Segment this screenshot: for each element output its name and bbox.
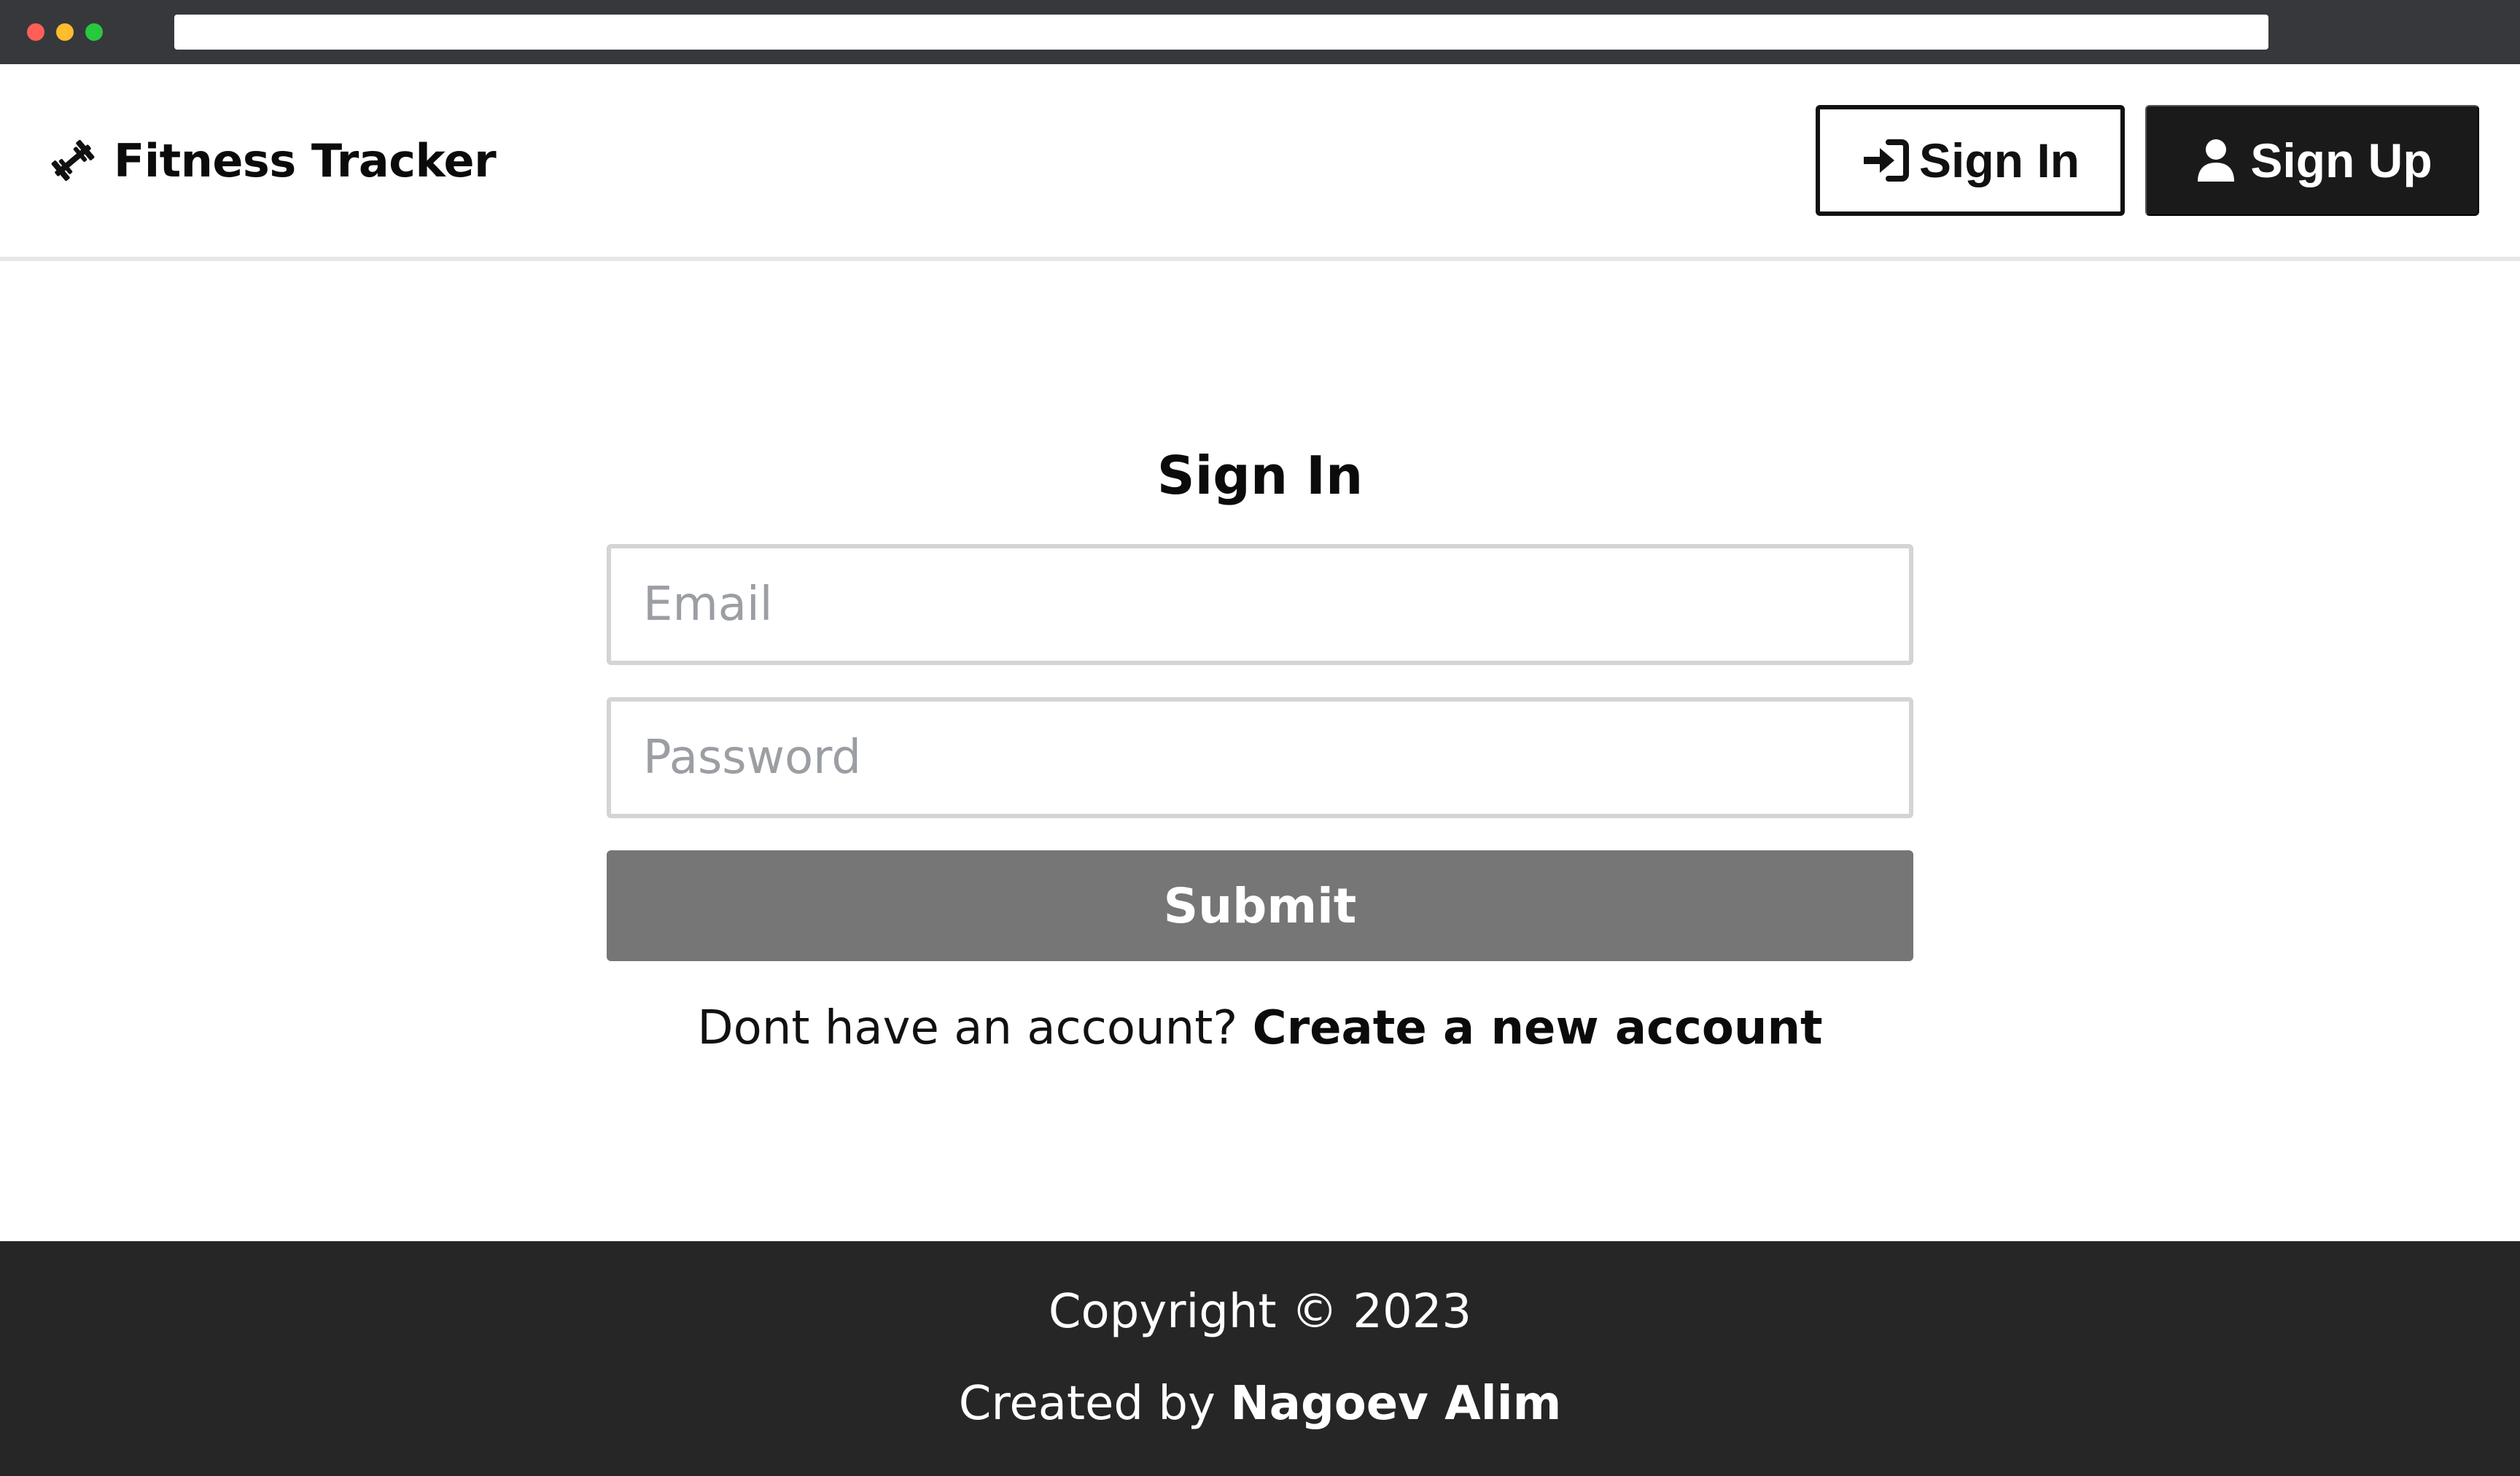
- no-account-text: Dont have an account?: [697, 1001, 1238, 1055]
- sign-in-icon: [1864, 139, 1909, 182]
- site-footer: Copyright © 2023 Created by Nagoev Alim: [0, 1241, 2520, 1476]
- create-account-link[interactable]: Create a new account: [1253, 1001, 1823, 1055]
- sign-in-label: Sign In: [1919, 133, 2080, 187]
- browser-chrome: [0, 0, 2520, 64]
- create-account-prompt: Dont have an account? Create a new accou…: [0, 996, 2520, 1060]
- brand-link[interactable]: Fitness Tracker: [44, 130, 497, 191]
- window-minimize-button[interactable]: [56, 23, 74, 41]
- header-sign-up-button[interactable]: Sign Up: [2145, 105, 2479, 216]
- author-name: Nagoev Alim: [1230, 1377, 1562, 1431]
- form-title: Sign In: [1156, 445, 1364, 506]
- header-divider: [0, 257, 2520, 261]
- email-input[interactable]: [607, 544, 1913, 665]
- user-icon: [2198, 139, 2235, 182]
- credits-line: Created by Nagoev Alim: [0, 1371, 2520, 1437]
- submit-button[interactable]: Submit: [607, 850, 1913, 961]
- header-sign-in-button[interactable]: Sign In: [1816, 105, 2125, 216]
- password-input[interactable]: [607, 697, 1913, 818]
- created-by-text: Created by: [958, 1377, 1216, 1431]
- copyright-text: Copyright © 2023: [1048, 1285, 1472, 1339]
- window-maximize-button[interactable]: [85, 23, 103, 41]
- window-close-button[interactable]: [27, 23, 44, 41]
- address-bar[interactable]: [174, 15, 2268, 50]
- dumbbell-icon: [51, 139, 95, 182]
- sign-up-label: Sign Up: [2250, 133, 2432, 187]
- brand-title: Fitness Tracker: [114, 133, 497, 187]
